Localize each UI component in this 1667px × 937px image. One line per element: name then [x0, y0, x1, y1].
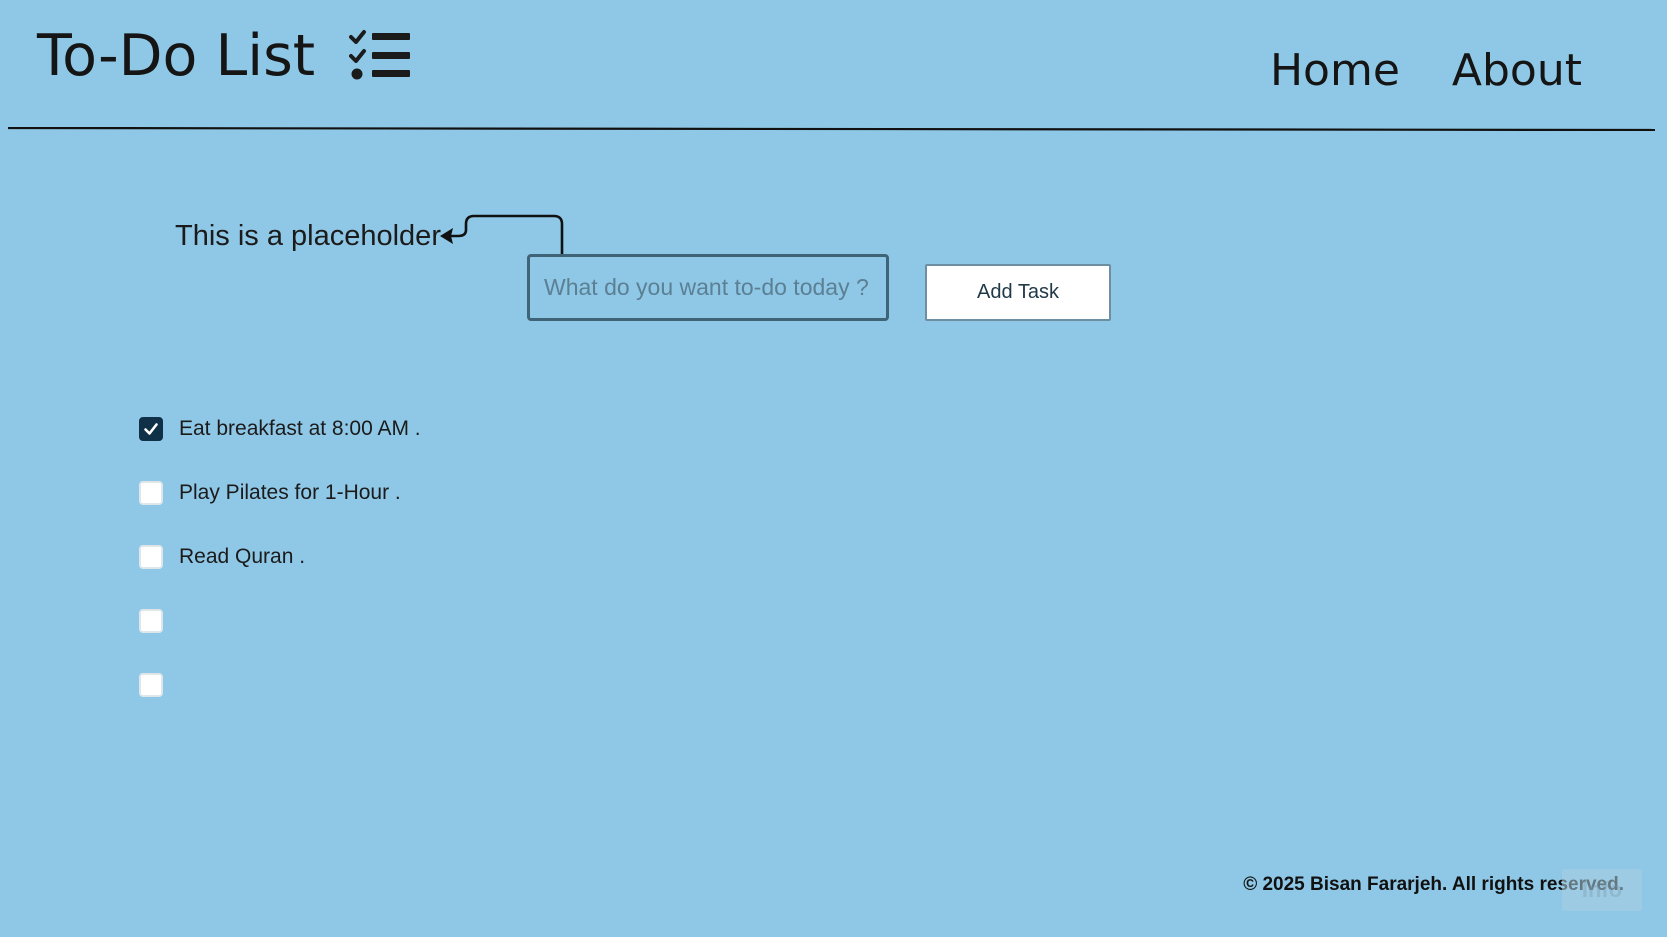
nav-link-home[interactable]: Home: [1270, 42, 1400, 100]
page-title: To-Do List: [37, 23, 316, 89]
task-checkbox[interactable]: [139, 545, 163, 569]
task-label: Eat breakfast at 8:00 AM .: [179, 417, 421, 440]
task-label: Read Quran .: [179, 545, 306, 568]
list-item: Read Quran .: [139, 545, 421, 609]
nav-link-about[interactable]: About: [1452, 42, 1582, 100]
list-item: Eat breakfast at 8:00 AM .: [139, 417, 421, 481]
list-item: [139, 673, 421, 737]
list-item: Play Pilates for 1-Hour .: [139, 481, 421, 545]
task-checkbox[interactable]: [139, 609, 163, 633]
curved-arrow-icon: [440, 214, 564, 254]
brand: To-Do List: [37, 18, 411, 94]
checkmark-icon: [144, 423, 158, 435]
placeholder-hint-label: This is a placeholder: [175, 220, 441, 252]
checklist-icon: [349, 30, 411, 80]
task-checkbox[interactable]: [139, 417, 163, 441]
list-item: [139, 609, 421, 673]
task-label: Play Pilates for 1-Hour .: [179, 481, 401, 504]
task-list: Eat breakfast at 8:00 AM . Play Pilates …: [139, 417, 421, 737]
task-checkbox[interactable]: [139, 673, 163, 697]
task-input[interactable]: [527, 254, 889, 321]
task-checkbox[interactable]: [139, 481, 163, 505]
header-divider: [8, 127, 1655, 131]
main-nav: Home About: [1270, 42, 1582, 100]
add-task-button[interactable]: Add Task: [925, 264, 1111, 321]
info-button[interactable]: Info: [1562, 869, 1642, 911]
